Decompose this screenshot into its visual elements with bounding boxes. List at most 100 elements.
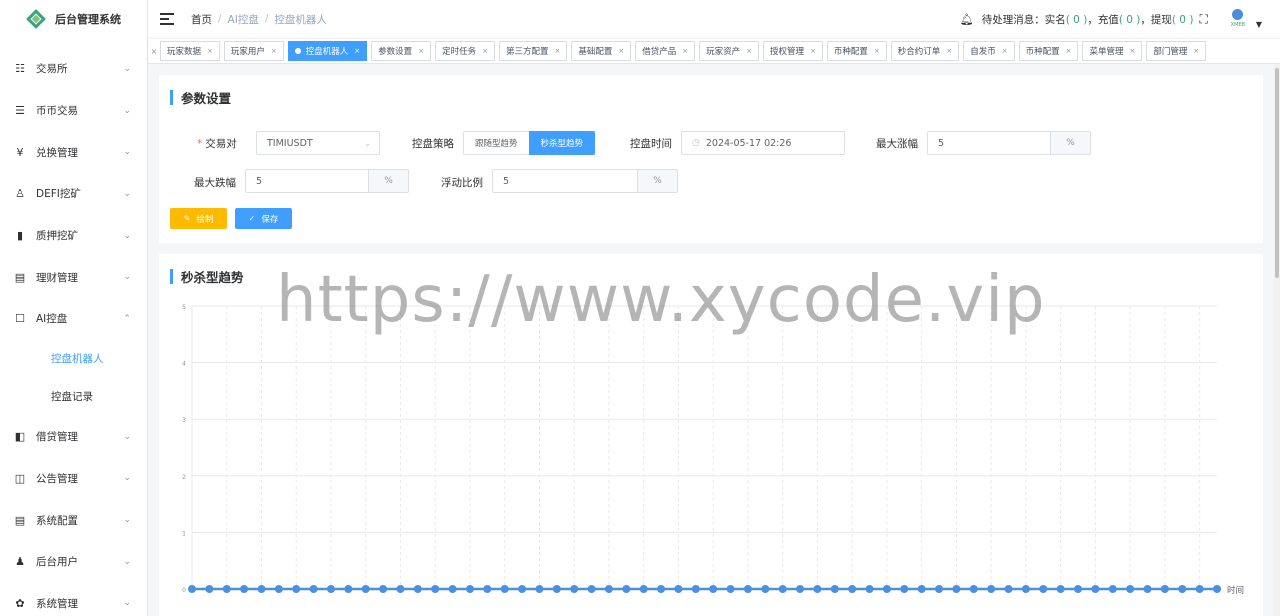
chevron-icon[interactable]: ⌄ [123,189,131,199]
data-point[interactable] [952,585,961,593]
tag-item[interactable]: 基础配置 × [571,41,632,61]
submenu-item[interactable]: 控盘记录 [0,378,147,416]
breadcrumb-ai-control[interactable]: AI控盘 [228,12,259,27]
fullscreen-icon[interactable]: ⛶ [1199,12,1207,27]
tag-item[interactable]: 部门管理 × [1146,41,1207,61]
close-icon[interactable]: × [1193,47,1199,55]
tag-item[interactable]: 控盘机器人 × [287,41,368,61]
data-point[interactable] [518,585,527,593]
data-point[interactable] [1160,585,1169,593]
chevron-icon[interactable]: ⌄ [123,231,131,241]
data-point[interactable] [848,585,857,593]
data-point[interactable] [465,585,474,593]
close-icon[interactable]: × [482,47,488,55]
bell-icon[interactable]: 🔔︎ [960,13,974,26]
data-point[interactable] [274,585,283,593]
tag-item[interactable]: 参数设置 × [371,41,432,61]
menu-toggle-icon[interactable] [160,13,174,25]
sidebar-item[interactable]: ▮ 质押挖矿 ⌄ [0,215,147,257]
chevron-icon[interactable]: ⌄ [123,515,131,525]
pending-realname[interactable]: 实名( 0 ) [1045,12,1088,27]
chevron-icon[interactable]: ⌄ [123,473,131,483]
data-point[interactable] [361,585,370,593]
strategy-spike-button[interactable]: 秒杀型趋势 [528,131,596,155]
sidebar-item[interactable]: ♟ 后台用户 ⌄ [0,541,147,583]
data-point[interactable] [987,585,996,593]
data-point[interactable] [691,585,700,593]
close-icon[interactable]: × [810,47,816,55]
close-icon[interactable]: × [554,47,560,55]
data-point[interactable] [188,585,196,593]
data-point[interactable] [344,585,353,593]
data-point[interactable] [830,585,839,593]
max-down-input[interactable]: 5% [245,169,409,193]
chevron-icon[interactable]: ⌄ [123,598,131,608]
max-up-input[interactable]: 5% [927,131,1091,155]
pending-deposit[interactable]: 充值( 0 ) [1098,12,1141,27]
draw-button[interactable]: ✎ 绘制 [170,208,227,229]
sidebar-item[interactable]: ▤ 理财管理 ⌄ [0,256,147,298]
data-point[interactable] [622,585,631,593]
chevron-icon[interactable]: ⌄ [123,147,131,157]
sidebar-item[interactable]: ▤ 系统配置 ⌄ [0,499,147,541]
close-icon[interactable]: × [946,47,952,55]
save-button[interactable]: ✓ 保存 [235,208,292,229]
submenu-item[interactable]: 控盘机器人 [0,340,147,378]
chevron-icon[interactable]: ⌄ [123,64,131,74]
close-icon[interactable]: × [207,47,213,55]
data-point[interactable] [535,585,544,593]
tag-item[interactable]: 第三方配置 × [498,41,568,61]
data-point[interactable] [1195,585,1204,593]
data-point[interactable] [570,585,579,593]
sidebar-item[interactable]: ☷ 交易所 ⌄ [0,48,147,90]
sidebar-item[interactable]: ♙ DEFI挖矿 ⌄ [0,173,147,215]
data-point[interactable] [882,585,891,593]
sidebar-item[interactable]: ¥ 兑换管理 ⌄ [0,131,147,173]
data-point[interactable] [257,585,266,593]
close-icon[interactable]: × [618,47,624,55]
strategy-follow-button[interactable]: 跟随型趋势 [463,131,529,155]
chevron-icon[interactable]: ⌄ [123,557,131,567]
tag-item[interactable]: 菜单管理 × [1082,41,1143,61]
data-point[interactable] [483,585,492,593]
logo[interactable]: 后台管理系统 [0,0,147,38]
chevron-icon[interactable]: ⌃ [123,314,131,324]
float-input[interactable]: 5% [492,169,678,193]
data-point[interactable] [1004,585,1013,593]
data-point[interactable] [778,585,787,593]
data-point[interactable] [292,585,301,593]
data-point[interactable] [900,585,909,593]
tag-item[interactable]: 借贷产品 × [635,41,696,61]
close-icon[interactable]: × [418,47,424,55]
avatar[interactable]: XMEB [1226,7,1250,31]
data-point[interactable] [500,585,509,593]
tag-item[interactable]: 币种配置 × [1018,41,1079,61]
data-point[interactable] [657,585,666,593]
tag-item[interactable]: 授权管理 × [763,41,823,61]
close-icon[interactable]: × [874,47,880,55]
sidebar-item[interactable]: ☐ AI控盘 ⌃ [0,298,147,340]
data-point[interactable] [1021,585,1030,593]
pending-withdraw[interactable]: 提现( 0 ) [1151,12,1194,27]
sidebar-item[interactable]: ◧ 借贷管理 ⌄ [0,416,147,458]
data-point[interactable] [379,585,388,593]
data-point[interactable] [222,585,231,593]
data-point[interactable] [1074,585,1083,593]
page-scrollbar[interactable] [1274,64,1280,616]
data-point[interactable] [587,585,596,593]
data-point[interactable] [969,585,978,593]
caret-down-icon[interactable]: ▼ [1256,20,1262,29]
data-point[interactable] [1126,585,1135,593]
chevron-icon[interactable]: ⌄ [123,272,131,282]
tag-item[interactable]: 玩家用户 × [223,41,284,61]
close-icon[interactable]: × [1066,47,1072,55]
data-point[interactable] [309,585,318,593]
data-point[interactable] [917,585,926,593]
data-point[interactable] [1039,585,1048,593]
close-icon[interactable]: × [1129,47,1135,55]
close-icon[interactable]: × [746,47,752,55]
data-point[interactable] [326,585,335,593]
tag-item[interactable]: 玩家数据 × [160,41,220,61]
data-point[interactable] [396,585,405,593]
pair-select[interactable]: TIMIUSDT ⌄ [256,131,380,155]
